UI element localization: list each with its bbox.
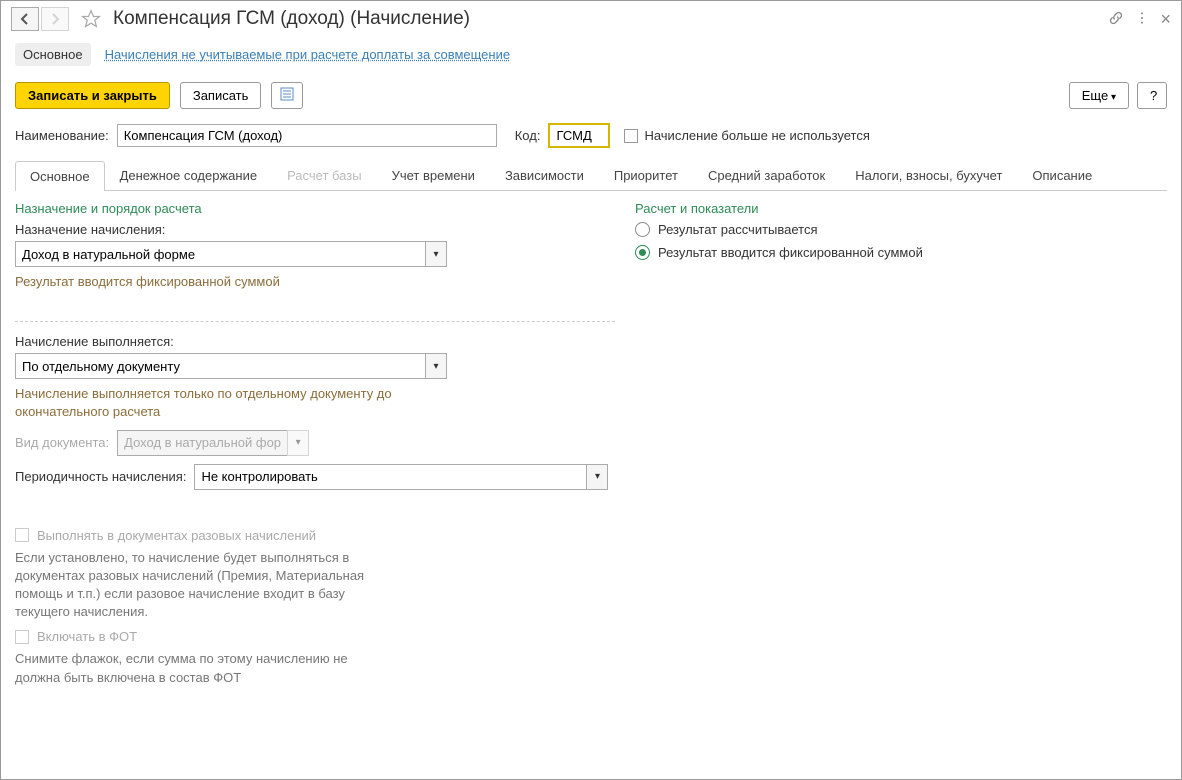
radio-calc-label: Результат рассчитывается bbox=[658, 222, 818, 237]
period-select[interactable] bbox=[194, 464, 586, 490]
purpose-dropdown-icon[interactable]: ▾ bbox=[425, 241, 447, 267]
oneoff-label: Выполнять в документах разовых начислени… bbox=[37, 528, 316, 543]
right-section-title: Расчет и показатели bbox=[635, 201, 1167, 216]
purpose-select[interactable] bbox=[15, 241, 425, 267]
period-label: Периодичность начисления: bbox=[15, 469, 186, 484]
close-icon[interactable]: × bbox=[1160, 9, 1171, 30]
exec-label: Начисление выполняется: bbox=[15, 334, 615, 349]
tabs: Основное Денежное содержание Расчет базы… bbox=[15, 160, 1167, 191]
doc-select bbox=[117, 430, 287, 456]
purpose-hint: Результат вводится фиксированной суммой bbox=[15, 273, 615, 291]
tab-main[interactable]: Основное bbox=[15, 161, 105, 191]
tab-time[interactable]: Учет времени bbox=[377, 160, 490, 190]
code-input[interactable] bbox=[548, 123, 610, 148]
left-section-title: Назначение и порядок расчета bbox=[15, 201, 615, 216]
exec-dropdown-icon[interactable]: ▾ bbox=[425, 353, 447, 379]
star-icon[interactable] bbox=[81, 9, 101, 29]
tab-money[interactable]: Денежное содержание bbox=[105, 160, 272, 190]
oneoff-hint: Если установлено, то начисление будет вы… bbox=[15, 549, 385, 622]
subnav-main[interactable]: Основное bbox=[15, 43, 91, 66]
name-input[interactable] bbox=[117, 124, 497, 147]
page-title: Компенсация ГСМ (доход) (Начисление) bbox=[113, 8, 470, 30]
tab-desc[interactable]: Описание bbox=[1017, 160, 1107, 190]
radio-fixed[interactable]: Результат вводится фиксированной суммой bbox=[635, 245, 1167, 260]
subnav-link[interactable]: Начисления не учитываемые при расчете до… bbox=[105, 47, 511, 62]
doc-dropdown-icon: ▾ bbox=[287, 430, 309, 456]
name-label: Наименование: bbox=[15, 128, 109, 143]
radio-icon-checked bbox=[635, 245, 650, 260]
oneoff-checkbox bbox=[15, 528, 29, 542]
menu-dots-icon[interactable] bbox=[1134, 10, 1150, 29]
period-dropdown-icon[interactable]: ▾ bbox=[586, 464, 608, 490]
tab-tax[interactable]: Налоги, взносы, бухучет bbox=[840, 160, 1017, 190]
fot-checkbox bbox=[15, 630, 29, 644]
notused-label: Начисление больше не используется bbox=[644, 128, 869, 143]
link-icon[interactable] bbox=[1108, 10, 1124, 29]
tab-priority[interactable]: Приоритет bbox=[599, 160, 693, 190]
tab-avg[interactable]: Средний заработок bbox=[693, 160, 840, 190]
fot-label: Включать в ФОТ bbox=[37, 629, 137, 644]
radio-fixed-label: Результат вводится фиксированной суммой bbox=[658, 245, 923, 260]
back-button[interactable] bbox=[11, 7, 39, 31]
notused-checkbox[interactable] bbox=[624, 129, 638, 143]
save-close-button[interactable]: Записать и закрыть bbox=[15, 82, 170, 109]
tab-base: Расчет базы bbox=[272, 160, 377, 190]
tab-deps[interactable]: Зависимости bbox=[490, 160, 599, 190]
purpose-label: Назначение начисления: bbox=[15, 222, 615, 237]
exec-select[interactable] bbox=[15, 353, 425, 379]
save-button[interactable]: Записать bbox=[180, 82, 262, 109]
list-button[interactable] bbox=[271, 82, 303, 109]
radio-icon bbox=[635, 222, 650, 237]
doc-label: Вид документа: bbox=[15, 435, 109, 450]
code-label: Код: bbox=[515, 128, 541, 143]
fot-hint: Снимите флажок, если сумма по этому начи… bbox=[15, 650, 385, 686]
forward-button bbox=[41, 7, 69, 31]
exec-hint: Начисление выполняется только по отдельн… bbox=[15, 385, 425, 421]
help-button[interactable]: ? bbox=[1137, 82, 1167, 109]
more-button[interactable]: Еще bbox=[1069, 82, 1129, 109]
radio-calc[interactable]: Результат рассчитывается bbox=[635, 222, 1167, 237]
